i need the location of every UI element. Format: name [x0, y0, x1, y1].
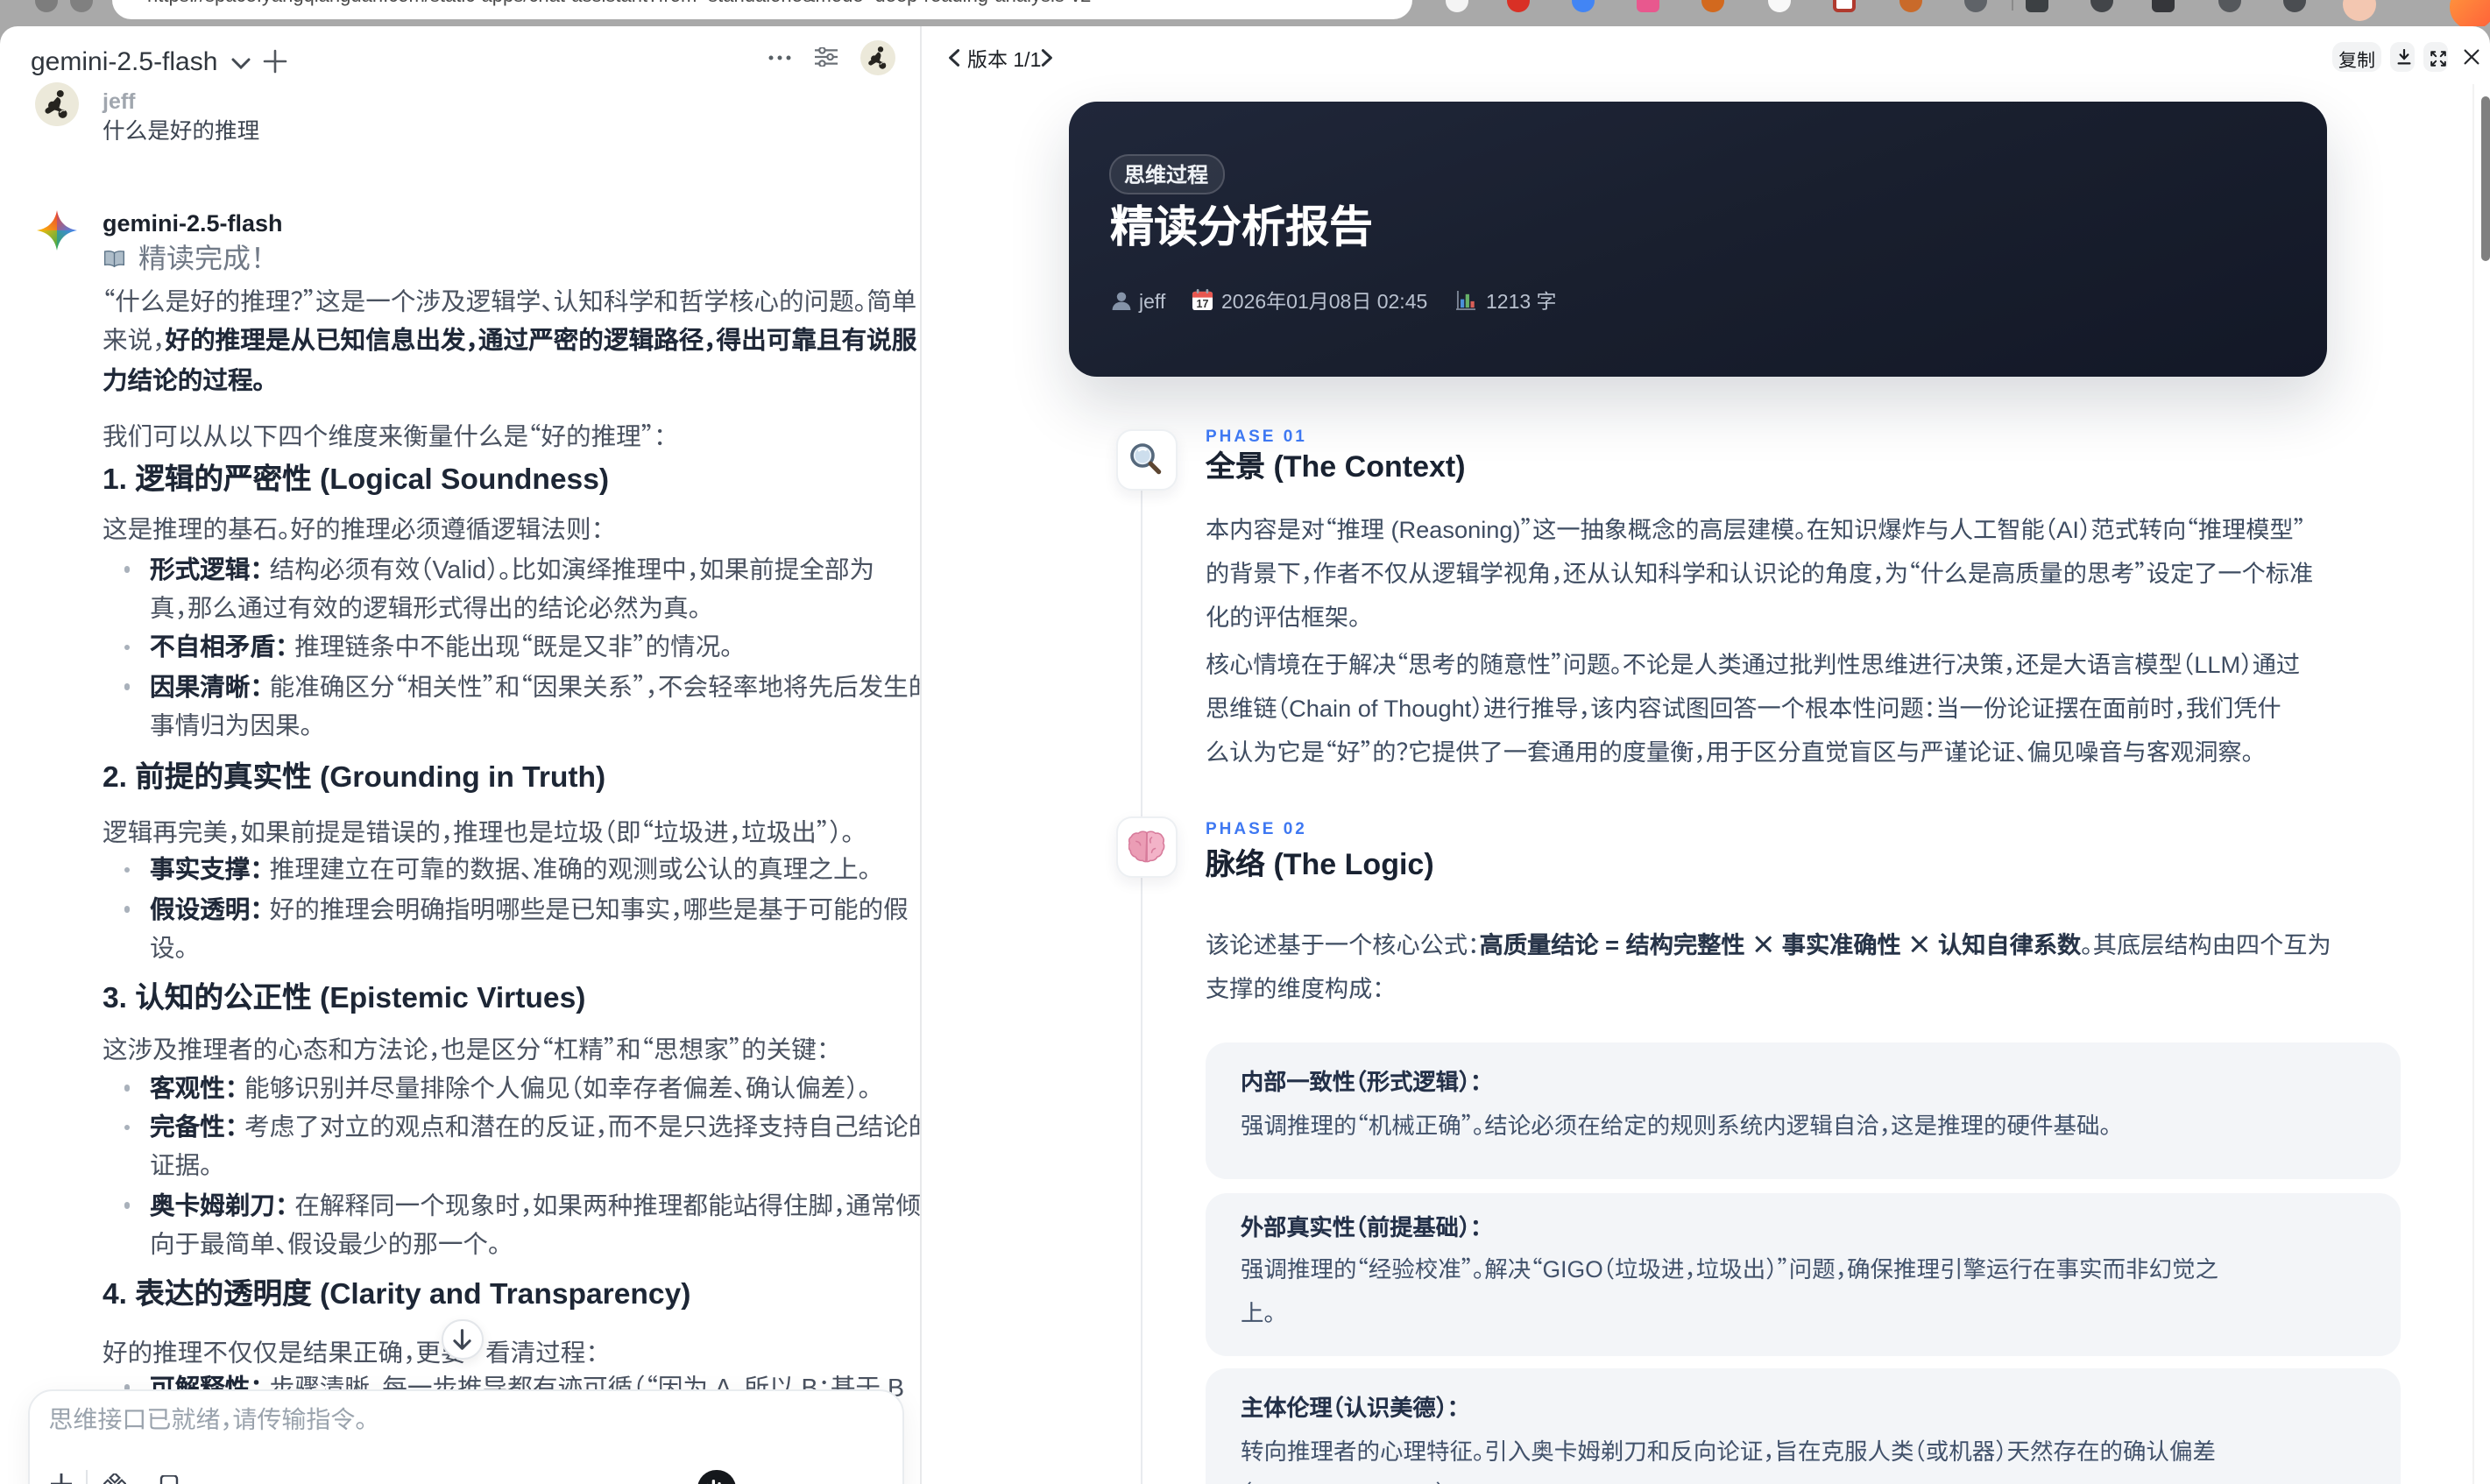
svg-text:17: 17	[1197, 298, 1209, 310]
